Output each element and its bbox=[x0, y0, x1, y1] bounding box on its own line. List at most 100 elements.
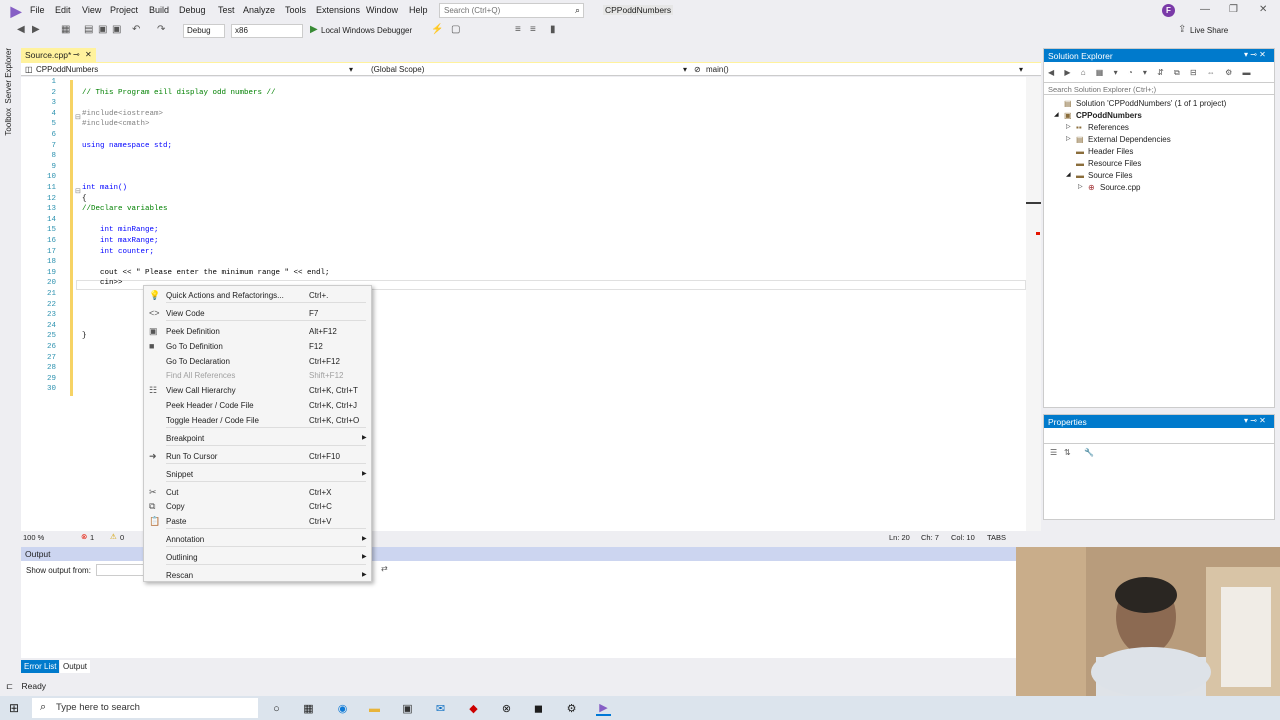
context-menu-item-snippet[interactable]: Snippet ▶ bbox=[144, 468, 373, 482]
live-share-button[interactable]: Live Share bbox=[1190, 26, 1228, 35]
server-explorer-tab[interactable]: Server Explorer bbox=[4, 48, 13, 104]
properties-object-select[interactable] bbox=[1044, 431, 1274, 444]
zoom-level[interactable]: 100 % bbox=[23, 533, 44, 542]
tab-output[interactable]: Output bbox=[60, 660, 91, 673]
visual-studio-logo-icon[interactable]: ▶ bbox=[8, 3, 24, 19]
context-menu-item-copy[interactable]: ⧉ Copy Ctrl+C bbox=[144, 500, 373, 514]
context-menu-item-cut[interactable]: ✂ Cut Ctrl+X bbox=[144, 486, 373, 500]
menu-item-window[interactable]: Window bbox=[366, 5, 398, 15]
context-menu-item-outlining[interactable]: Outlining ▶ bbox=[144, 551, 373, 565]
code-line[interactable]: int maxRange; bbox=[82, 237, 159, 245]
code-line[interactable]: //Declare variables bbox=[82, 205, 168, 213]
context-menu-item-peek-definition[interactable]: ▣ Peek Definition Alt+F12 bbox=[144, 325, 373, 339]
tab-close-icon[interactable]: ✕ bbox=[85, 50, 92, 59]
expand-arrow-icon[interactable]: ▷ bbox=[1066, 135, 1071, 142]
cortana-icon[interactable]: ○ bbox=[269, 701, 284, 716]
nav-member-dropdown[interactable]: main() bbox=[706, 65, 729, 74]
taskbar-search-input[interactable]: Type here to search bbox=[32, 698, 258, 718]
close-icon[interactable]: ✕ bbox=[1259, 4, 1267, 15]
context-menu-item-toggle-header-code-file[interactable]: Toggle Header / Code File Ctrl+K, Ctrl+O bbox=[144, 414, 373, 428]
code-line[interactable]: using namespace std; bbox=[82, 142, 172, 150]
menu-item-extensions[interactable]: Extensions bbox=[316, 5, 360, 15]
acrobat-icon[interactable]: ◆ bbox=[466, 701, 481, 716]
new-project-icon[interactable]: ▦ bbox=[61, 24, 70, 35]
pin-icon[interactable]: ⊸ bbox=[73, 50, 80, 59]
forward-icon[interactable]: ▶ bbox=[32, 24, 40, 35]
output-source-select[interactable] bbox=[96, 564, 144, 576]
menu-item-tools[interactable]: Tools bbox=[285, 5, 306, 15]
tree-item[interactable]: External Dependencies bbox=[1088, 135, 1171, 144]
undo-icon[interactable]: ↶ bbox=[132, 24, 140, 35]
tree-item[interactable]: Header Files bbox=[1088, 147, 1133, 156]
indent-icon[interactable]: ≡ bbox=[515, 24, 521, 35]
menu-item-build[interactable]: Build bbox=[149, 5, 169, 15]
store-icon[interactable]: ▣ bbox=[400, 701, 415, 716]
document-tab[interactable]: Source.cpp* ⊸ ✕ bbox=[21, 48, 96, 62]
windows-start-icon[interactable]: ⊞ bbox=[9, 701, 19, 715]
toolbox-tab[interactable]: Toolbox bbox=[4, 108, 13, 136]
settings-gear-icon[interactable]: ⚙ bbox=[564, 701, 579, 716]
chevron-down-icon[interactable]: ▾ bbox=[683, 65, 687, 74]
visual-studio-taskbar-icon[interactable]: ▶ bbox=[596, 701, 611, 716]
screenshot-icon[interactable]: ▢ bbox=[451, 24, 460, 35]
save-icon[interactable]: ▣ bbox=[98, 24, 107, 35]
context-menu-item-annotation[interactable]: Annotation ▶ bbox=[144, 533, 373, 547]
tree-item[interactable]: CPPoddNumbers bbox=[1076, 111, 1142, 120]
app-icon[interactable]: ◼ bbox=[531, 701, 546, 716]
alphabetical-icon[interactable]: ⇅ bbox=[1064, 448, 1071, 457]
start-debugging-icon[interactable]: ▶ bbox=[310, 24, 318, 35]
context-menu-item-paste[interactable]: 📋 Paste Ctrl+V bbox=[144, 515, 373, 529]
word-wrap-icon[interactable]: ⇄ bbox=[381, 564, 388, 573]
expand-arrow-icon[interactable]: ◢ bbox=[1054, 111, 1059, 118]
warning-count[interactable]: 0 bbox=[120, 533, 124, 542]
editor-vertical-scrollbar[interactable] bbox=[1026, 77, 1041, 531]
chevron-down-icon[interactable]: ▾ bbox=[1019, 65, 1023, 74]
bookmark-icon[interactable]: ▮ bbox=[550, 24, 556, 35]
wrench-icon[interactable]: 🔧 bbox=[1084, 448, 1094, 457]
panel-options-icon[interactable]: ▾ ⊸ ✕ bbox=[1244, 50, 1266, 59]
tree-item[interactable]: Resource Files bbox=[1088, 159, 1141, 168]
categorized-icon[interactable]: ☰ bbox=[1050, 448, 1057, 457]
task-view-icon[interactable]: ▦ bbox=[301, 701, 316, 716]
code-line[interactable]: cin>> bbox=[82, 279, 123, 287]
tree-item[interactable]: Solution 'CPPoddNumbers' (1 of 1 project… bbox=[1076, 99, 1226, 108]
redo-icon[interactable]: ↷ bbox=[157, 24, 165, 35]
menu-item-analyze[interactable]: Analyze bbox=[243, 5, 275, 15]
mail-icon[interactable]: ✉ bbox=[433, 701, 448, 716]
collapse-include-icon[interactable]: ⊟ bbox=[75, 113, 81, 121]
file-explorer-icon[interactable]: ▬ bbox=[367, 701, 382, 716]
context-menu-item-rescan[interactable]: Rescan ▶ bbox=[144, 569, 373, 583]
code-line[interactable]: { bbox=[82, 195, 87, 203]
code-line[interactable]: int main() bbox=[82, 184, 127, 192]
search-input[interactable]: Search (Ctrl+Q) ⌕ bbox=[439, 3, 584, 18]
code-line[interactable]: // This Program eill display odd numbers… bbox=[82, 89, 276, 97]
context-menu-item-run-to-cursor[interactable]: ➜ Run To Cursor Ctrl+F10 bbox=[144, 450, 373, 464]
tree-item[interactable]: Source Files bbox=[1088, 171, 1132, 180]
error-count[interactable]: 1 bbox=[90, 533, 94, 542]
collapse-main-icon[interactable]: ⊟ bbox=[75, 187, 81, 195]
restore-icon[interactable]: ❐ bbox=[1229, 4, 1238, 15]
code-line[interactable]: int counter; bbox=[82, 248, 154, 256]
expand-arrow-icon[interactable]: ▷ bbox=[1078, 183, 1083, 190]
menu-item-debug[interactable]: Debug bbox=[179, 5, 206, 15]
solution-search-input[interactable]: Search Solution Explorer (Ctrl+;) bbox=[1044, 82, 1274, 95]
chevron-down-icon[interactable]: ▾ bbox=[349, 65, 353, 74]
menu-item-file[interactable]: File bbox=[30, 5, 45, 15]
edge-icon[interactable]: ◉ bbox=[335, 701, 350, 716]
xbox-icon[interactable]: ⊗ bbox=[499, 701, 514, 716]
context-menu-item-breakpoint[interactable]: Breakpoint ▶ bbox=[144, 432, 373, 446]
expand-arrow-icon[interactable]: ◢ bbox=[1066, 171, 1071, 178]
menu-item-edit[interactable]: Edit bbox=[55, 5, 71, 15]
avatar[interactable]: F bbox=[1162, 4, 1175, 17]
nav-project-dropdown[interactable]: CPPoddNumbers bbox=[36, 65, 98, 74]
live-share-icon[interactable]: ⇪ bbox=[1178, 24, 1186, 35]
code-line[interactable]: int minRange; bbox=[82, 226, 159, 234]
menu-item-help[interactable]: Help bbox=[409, 5, 428, 15]
open-icon[interactable]: ▤ bbox=[84, 24, 93, 35]
expand-arrow-icon[interactable]: ▷ bbox=[1066, 123, 1071, 130]
platform-select[interactable]: x86 bbox=[231, 24, 303, 38]
menu-item-test[interactable]: Test bbox=[218, 5, 235, 15]
run-button[interactable]: Local Windows Debugger bbox=[321, 26, 412, 35]
code-line[interactable]: #include<iostream> bbox=[82, 110, 163, 118]
minimize-icon[interactable]: — bbox=[1200, 4, 1210, 15]
